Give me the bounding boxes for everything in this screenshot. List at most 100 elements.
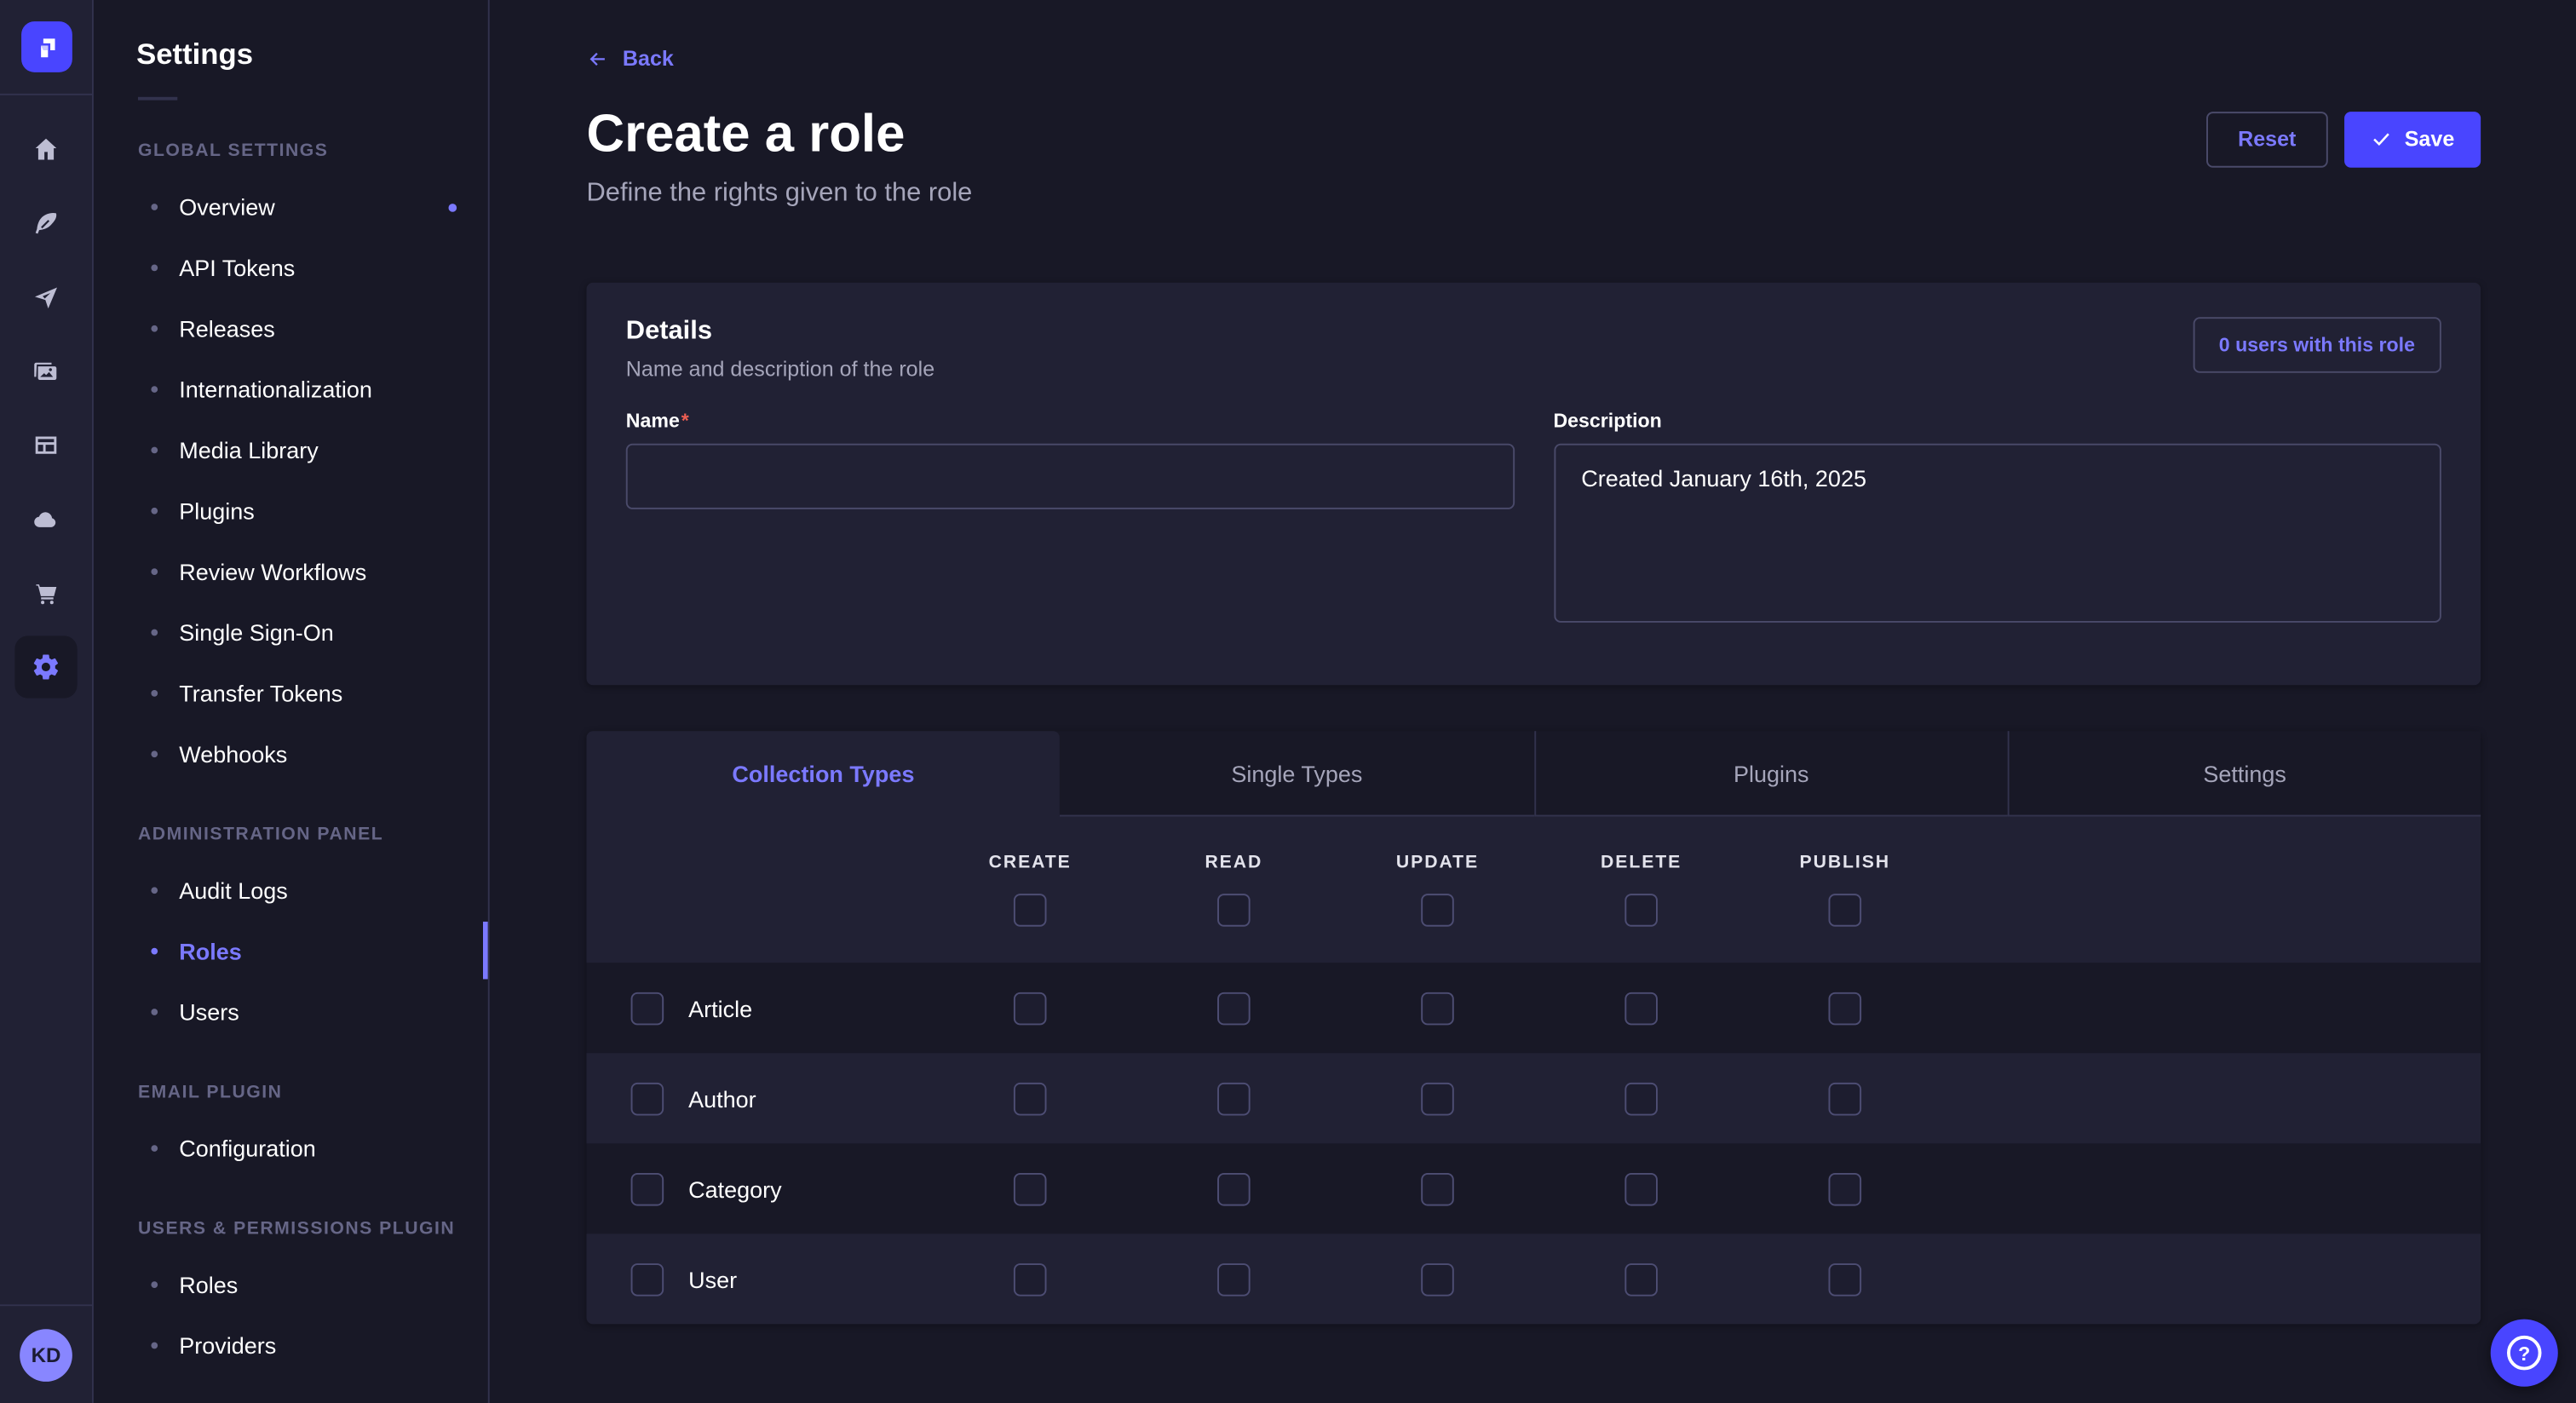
table-row-author: Author	[586, 1053, 2481, 1143]
category-create-checkbox[interactable]	[1014, 1172, 1047, 1205]
select-all-create-checkbox[interactable]	[1014, 894, 1047, 927]
select-all-publish-checkbox[interactable]	[1828, 894, 1861, 927]
user-update-checkbox[interactable]	[1421, 1262, 1454, 1296]
header-actions: Reset Save	[2206, 111, 2481, 167]
details-card: Details Name and description of the role…	[586, 283, 2481, 685]
article-read-checkbox[interactable]	[1217, 992, 1251, 1025]
article-update-checkbox[interactable]	[1421, 992, 1454, 1025]
users-with-role-button[interactable]: 0 users with this role	[2193, 317, 2441, 373]
back-link[interactable]: Back	[586, 46, 673, 71]
gear-icon[interactable]	[14, 635, 77, 697]
tab-single-types[interactable]: Single Types	[1060, 731, 1533, 816]
bullet-icon	[151, 264, 158, 271]
column-delete: DELETE	[1539, 817, 1743, 963]
feather-icon[interactable]	[14, 192, 77, 254]
cloud-icon[interactable]	[14, 487, 77, 549]
subnav-item-transfer-tokens[interactable]: Transfer Tokens	[94, 662, 488, 722]
cart-icon[interactable]	[14, 561, 77, 624]
subnav-item-label: Webhooks	[179, 740, 287, 767]
row-select-article-checkbox[interactable]	[631, 992, 664, 1025]
author-update-checkbox[interactable]	[1421, 1082, 1454, 1115]
article-create-checkbox[interactable]	[1014, 992, 1047, 1025]
subnav-item-configuration[interactable]: Configuration	[94, 1117, 488, 1177]
layout-icon[interactable]	[14, 413, 77, 475]
save-button[interactable]: Save	[2343, 111, 2481, 167]
select-all-delete-checkbox[interactable]	[1624, 894, 1658, 927]
bullet-icon	[151, 629, 158, 635]
author-delete-checkbox[interactable]	[1624, 1082, 1658, 1115]
tab-settings[interactable]: Settings	[2007, 731, 2481, 816]
permissions-card: Collection Types Single Types Plugins Se…	[586, 731, 2481, 1324]
author-read-checkbox[interactable]	[1217, 1082, 1251, 1115]
article-publish-checkbox[interactable]	[1828, 992, 1861, 1025]
column-label: READ	[1205, 853, 1262, 872]
section-header: GLOBAL SETTINGS	[138, 141, 488, 161]
description-textarea[interactable]: Created January 16th, 2025	[1553, 444, 2441, 623]
column-create: CREATE	[929, 817, 1132, 963]
bullet-icon	[151, 567, 158, 574]
table-row-article: Article	[586, 963, 2481, 1053]
name-label-text: Name	[626, 409, 680, 432]
section-global-settings: GLOBAL SETTINGS Overview API Tokens Rele…	[94, 141, 488, 784]
details-subtitle: Name and description of the role	[626, 357, 934, 382]
category-update-checkbox[interactable]	[1421, 1172, 1454, 1205]
select-all-read-checkbox[interactable]	[1217, 894, 1251, 927]
subnav-item-up-roles[interactable]: Roles	[94, 1253, 488, 1314]
row-select-user-checkbox[interactable]	[631, 1262, 664, 1296]
home-icon[interactable]	[14, 118, 77, 180]
row-label: Article	[688, 995, 752, 1021]
subnav-item-label: Internationalization	[179, 376, 372, 402]
user-publish-checkbox[interactable]	[1828, 1262, 1861, 1296]
subnav-item-label: Roles	[179, 1271, 238, 1297]
subnav-item-plugins[interactable]: Plugins	[94, 480, 488, 540]
reset-button[interactable]: Reset	[2206, 111, 2327, 167]
main-content: Back Create a role Define the rights giv…	[490, 0, 2576, 1403]
name-input[interactable]	[626, 444, 1514, 509]
column-label: PUBLISH	[1800, 853, 1890, 872]
back-label: Back	[623, 46, 674, 71]
category-delete-checkbox[interactable]	[1624, 1172, 1658, 1205]
subnav-item-review-workflows[interactable]: Review Workflows	[94, 540, 488, 601]
strapi-logo-container[interactable]	[0, 0, 92, 95]
user-avatar[interactable]: KD	[20, 1328, 72, 1381]
permissions-header-row: CREATE READ UPDATE DELETE	[586, 817, 2481, 963]
row-label: Author	[688, 1085, 756, 1112]
author-publish-checkbox[interactable]	[1828, 1082, 1861, 1115]
subnav-item-releases[interactable]: Releases	[94, 297, 488, 358]
details-card-head: Details Name and description of the role…	[626, 317, 2441, 381]
subnav-item-audit-logs[interactable]: Audit Logs	[94, 860, 488, 920]
section-header: EMAIL PLUGIN	[138, 1083, 488, 1102]
tab-collection-types[interactable]: Collection Types	[586, 731, 1060, 816]
subnav-item-providers[interactable]: Providers	[94, 1314, 488, 1375]
author-create-checkbox[interactable]	[1014, 1082, 1047, 1115]
subnav-item-users[interactable]: Users	[94, 980, 488, 1041]
subnav-item-overview[interactable]: Overview	[94, 175, 488, 236]
select-all-update-checkbox[interactable]	[1421, 894, 1454, 927]
user-read-checkbox[interactable]	[1217, 1262, 1251, 1296]
row-select-author-checkbox[interactable]	[631, 1082, 664, 1115]
user-create-checkbox[interactable]	[1014, 1262, 1047, 1296]
subnav-item-label: Media Library	[179, 436, 319, 463]
user-delete-checkbox[interactable]	[1624, 1262, 1658, 1296]
permissions-header-trailing-spacer	[1946, 817, 2481, 963]
strapi-logo-glyph	[32, 33, 60, 61]
media-library-icon[interactable]	[14, 339, 77, 401]
paper-plane-icon[interactable]	[14, 265, 77, 327]
tab-plugins[interactable]: Plugins	[1533, 731, 2007, 816]
subnav-item-webhooks[interactable]: Webhooks	[94, 723, 488, 784]
category-publish-checkbox[interactable]	[1828, 1172, 1861, 1205]
article-delete-checkbox[interactable]	[1624, 992, 1658, 1025]
subnav-item-label: Plugins	[179, 497, 255, 523]
bullet-icon	[151, 689, 158, 696]
subnav-item-api-tokens[interactable]: API Tokens	[94, 237, 488, 297]
subnav-item-label: API Tokens	[179, 254, 295, 280]
subnav-item-single-sign-on[interactable]: Single Sign-On	[94, 601, 488, 662]
subnav-item-roles[interactable]: Roles	[94, 920, 488, 980]
page-subtitle: Define the rights given to the role	[586, 179, 972, 209]
subnav-item-media-library[interactable]: Media Library	[94, 419, 488, 480]
help-button[interactable]: ?	[2491, 1320, 2558, 1387]
row-select-category-checkbox[interactable]	[631, 1172, 664, 1205]
bullet-icon	[151, 203, 158, 210]
subnav-item-internationalization[interactable]: Internationalization	[94, 358, 488, 418]
category-read-checkbox[interactable]	[1217, 1172, 1251, 1205]
